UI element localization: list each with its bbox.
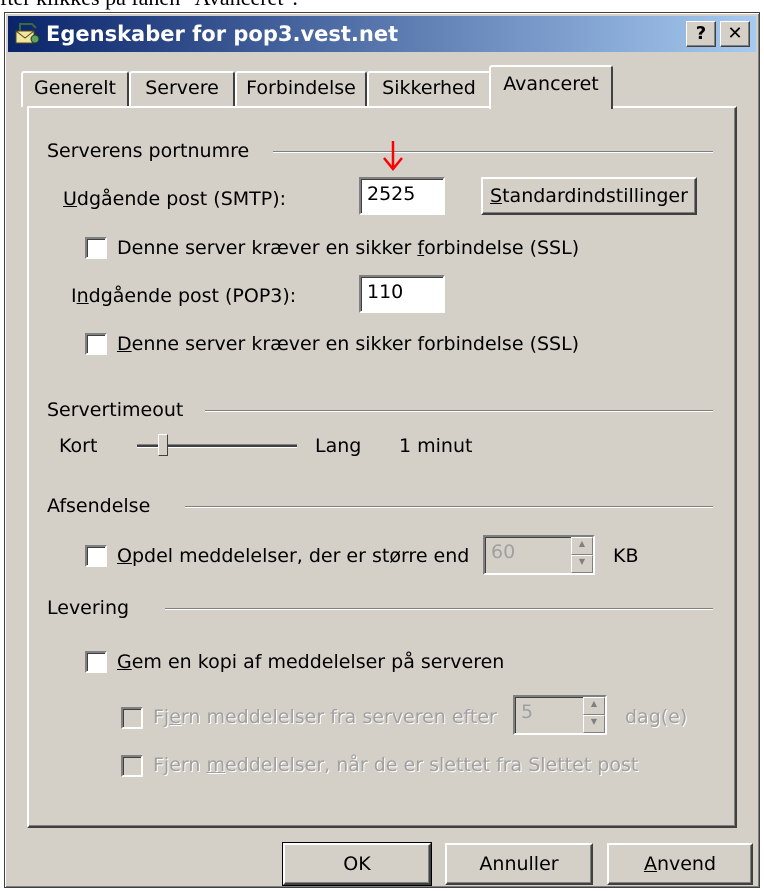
- tab-forbindelse[interactable]: Forbindelse: [235, 71, 367, 107]
- pop3-port-input[interactable]: 110: [359, 275, 445, 313]
- spinner-up-icon[interactable]: ▲: [583, 697, 605, 715]
- timeout-value: 1 minut: [399, 435, 473, 457]
- mail-account-icon: [15, 23, 40, 44]
- group-label-timeout: Servertimeout: [47, 399, 184, 421]
- remove-deleted-label: Fjern meddelelser, når de er slettet fra…: [153, 754, 639, 776]
- smtp-ssl-label: Denne server kræver en sikker forbindels…: [117, 237, 580, 259]
- keep-copy-checkbox[interactable]: [85, 651, 107, 673]
- remove-after-checkbox[interactable]: [121, 707, 143, 729]
- tab-sikkerhed[interactable]: Sikkerhed: [367, 71, 491, 107]
- split-messages-label: Opdel meddelelser, der er større end: [117, 545, 470, 567]
- smtp-port-label: Udgående post (SMTP):: [63, 188, 287, 210]
- tab-servere[interactable]: Servere: [129, 71, 235, 107]
- cancel-button[interactable]: Annuller: [445, 843, 593, 885]
- split-size-unit: KB: [613, 545, 639, 567]
- group-label-sending: Afsendelse: [47, 495, 151, 517]
- help-button[interactable]: ?: [686, 21, 716, 47]
- document-caption: fter klikkes på fanen "Avanceret".: [0, 0, 764, 10]
- group-label-delivery: Levering: [47, 597, 130, 619]
- pop3-ssl-checkbox[interactable]: [85, 333, 107, 355]
- group-divider: [205, 410, 713, 412]
- tab-generelt[interactable]: Generelt: [21, 71, 129, 107]
- timeout-slider[interactable]: [137, 433, 297, 459]
- title-bar[interactable]: Egenskaber for pop3.vest.net ? ✕: [8, 16, 756, 52]
- remove-after-label: Fjern meddelelser fra serveren efter: [153, 706, 497, 728]
- split-size-spinner[interactable]: ▲ ▼: [571, 537, 593, 573]
- spinner-up-icon[interactable]: ▲: [571, 537, 593, 555]
- group-divider: [165, 608, 713, 610]
- spinner-down-icon[interactable]: ▼: [571, 555, 593, 573]
- red-arrow-icon: [383, 141, 403, 171]
- smtp-port-input[interactable]: 2525: [359, 177, 445, 215]
- apply-button[interactable]: Anvend: [607, 843, 753, 885]
- timeout-min-label: Kort: [59, 435, 98, 457]
- properties-dialog: Egenskaber for pop3.vest.net ? ✕ Generel…: [4, 12, 760, 888]
- default-settings-button[interactable]: Standardindstillinger: [481, 177, 697, 215]
- window-title: Egenskaber for pop3.vest.net: [46, 22, 399, 46]
- timeout-max-label: Lang: [315, 435, 362, 457]
- split-messages-checkbox[interactable]: [85, 545, 107, 567]
- close-button[interactable]: ✕: [720, 21, 750, 47]
- spinner-down-icon[interactable]: ▼: [583, 715, 605, 733]
- group-label-ports: Serverens portnumre: [47, 140, 250, 162]
- ok-button[interactable]: OK: [282, 842, 432, 886]
- group-divider: [185, 506, 713, 508]
- remove-after-spinner[interactable]: ▲ ▼: [583, 697, 605, 733]
- tab-avanceret[interactable]: Avanceret: [489, 65, 613, 109]
- slider-thumb[interactable]: [158, 434, 168, 456]
- remove-after-unit: dag(e): [625, 706, 688, 728]
- smtp-ssl-checkbox[interactable]: [85, 237, 107, 259]
- group-divider: [273, 151, 713, 153]
- pop3-port-label: Indgående post (POP3):: [71, 285, 297, 307]
- remove-deleted-checkbox[interactable]: [121, 755, 143, 777]
- pop3-ssl-label: Denne server kræver en sikker forbindels…: [117, 333, 580, 355]
- keep-copy-label: Gem en kopi af meddelelser på serveren: [117, 651, 505, 673]
